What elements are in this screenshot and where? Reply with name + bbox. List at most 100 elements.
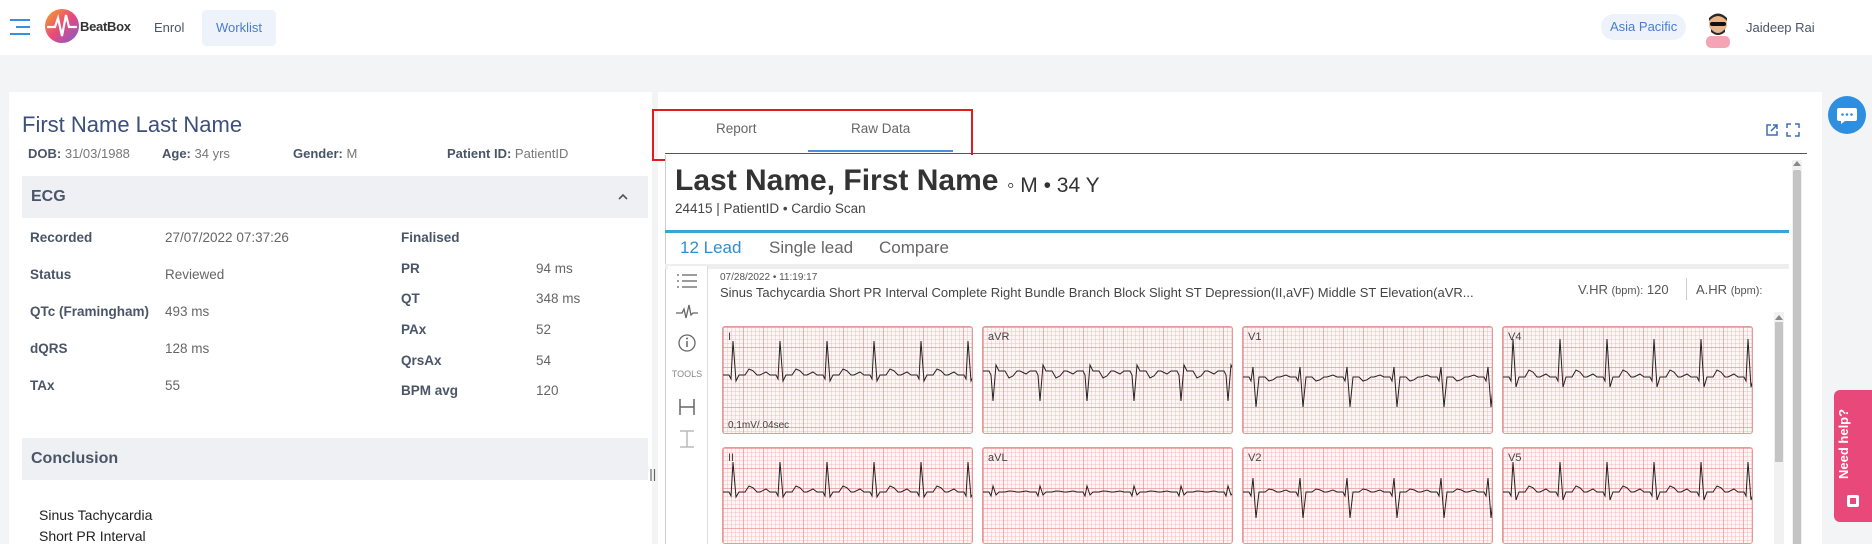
- qrsax-label: QrsAx: [401, 353, 442, 368]
- lead-trace-v2[interactable]: V2: [1242, 447, 1493, 544]
- lead-label-v2: V2: [1248, 452, 1262, 464]
- lead-trace-ii[interactable]: II: [722, 447, 973, 544]
- hr-separator: [1686, 278, 1687, 300]
- need-help-label[interactable]: Need help?: [1836, 400, 1870, 488]
- nav-enrol[interactable]: Enrol: [140, 10, 198, 46]
- external-link-icon[interactable]: [1765, 123, 1779, 137]
- qt-value: 348 ms: [536, 291, 581, 306]
- ecg-section-title: ECG: [31, 188, 66, 205]
- pax-label: PAx: [401, 322, 427, 337]
- chat-button[interactable]: [1828, 96, 1866, 134]
- tabs-divider: [665, 153, 1807, 154]
- vhr-unit: (bpm):: [1611, 285, 1644, 297]
- fullscreen-icon[interactable]: [1786, 123, 1800, 137]
- bpm-avg-label: BPM avg: [401, 383, 459, 398]
- lead-waveform-v1: [1243, 366, 1492, 408]
- viewer-header-divider: [665, 230, 1789, 233]
- lead-trace-v4[interactable]: V4: [1502, 326, 1753, 434]
- status-label: Status: [30, 267, 72, 282]
- ecg-trace-line: [1243, 366, 1492, 408]
- demographics: DOB: 31/03/1988: [28, 146, 130, 161]
- ecg-trace-line: [1243, 477, 1492, 519]
- recording-timestamp: 07/28/2022 • 11:19:17: [720, 272, 818, 283]
- age-field: Age: 34 yrs: [162, 146, 230, 161]
- avatar[interactable]: [1700, 8, 1736, 48]
- brand-name: BeatBox: [80, 19, 131, 34]
- help-chat-icon[interactable]: [1846, 494, 1860, 508]
- qt-label: QT: [401, 291, 420, 306]
- age-value: 34 yrs: [194, 146, 230, 161]
- lead-label-avl: aVL: [988, 452, 1008, 464]
- chat-bubble-icon: [1837, 108, 1857, 124]
- calibration-scale: 0,1mV/.04sec: [728, 420, 790, 431]
- finalised-label: Finalised: [401, 230, 460, 245]
- dqrs-label: dQRS: [30, 341, 68, 356]
- patient-id-label: Patient ID:: [447, 146, 512, 161]
- tax-label: TAx: [30, 378, 55, 393]
- ahr-unit: (bpm):: [1730, 285, 1763, 297]
- panel-resize-handle-icon[interactable]: [649, 468, 657, 482]
- viewer-tab-compare[interactable]: Compare: [879, 238, 949, 258]
- status-value: Reviewed: [165, 267, 225, 282]
- info-icon[interactable]: [674, 332, 700, 354]
- ahr-label: A.HR: [1696, 282, 1728, 297]
- menu-icon[interactable]: [8, 15, 32, 39]
- viewer-tab-12-lead[interactable]: 12 Lead: [680, 238, 741, 258]
- viewer-scrollbar-thumb[interactable]: [1793, 170, 1801, 544]
- gender-value: M: [346, 146, 358, 161]
- patient-id-field: Patient ID: PatientID: [447, 146, 568, 161]
- pr-value: 94 ms: [536, 261, 573, 276]
- lead-waveform-v4: [1503, 338, 1752, 388]
- tax-value: 55: [165, 378, 181, 393]
- viewer-tab-single-lead[interactable]: Single lead: [769, 238, 853, 258]
- lead-waveform-ii: [723, 461, 972, 499]
- lead-trace-avr[interactable]: aVR: [982, 326, 1233, 434]
- viewer-patient-name: Last Name, First Name: [675, 164, 999, 197]
- caliper-icon[interactable]: [674, 396, 700, 418]
- dqrs-value: 128 ms: [165, 341, 210, 356]
- lead-trace-avl[interactable]: aVL: [982, 447, 1233, 544]
- lead-trace-i[interactable]: I 0,1mV/.04sec: [722, 326, 973, 434]
- lead-waveform-avr: [983, 363, 1232, 402]
- lead-trace-v5[interactable]: V5: [1502, 447, 1753, 544]
- waveform-icon[interactable]: [674, 301, 700, 323]
- lead-grid-scrollbar[interactable]: [1774, 312, 1784, 544]
- beatbox-logo-icon[interactable]: [42, 6, 82, 46]
- lead-grid-scrollbar-thumb[interactable]: [1775, 322, 1783, 462]
- lead-trace-v1[interactable]: V1: [1242, 326, 1493, 434]
- ecg-section-header[interactable]: ECG: [22, 176, 648, 218]
- chevron-up-icon[interactable]: [616, 190, 630, 204]
- user-name[interactable]: Jaideep Rai: [1746, 20, 1815, 35]
- lead-waveform-v5: [1503, 461, 1752, 501]
- region-badge[interactable]: Asia Pacific: [1601, 14, 1687, 40]
- pr-label: PR: [401, 261, 420, 276]
- scroll-up-arrow-icon[interactable]: [1775, 315, 1783, 320]
- conclusion-item: Sinus Tachycardia: [39, 507, 153, 523]
- nav-worklist[interactable]: Worklist: [202, 10, 276, 46]
- lead-waveform-v2: [1243, 477, 1492, 519]
- lead-label-ii: II: [728, 452, 735, 464]
- patient-id-value: PatientID: [514, 146, 569, 161]
- age-label: Age:: [162, 146, 191, 161]
- bpm-avg-value: 120: [536, 383, 559, 398]
- qrsax-value: 54: [536, 353, 552, 368]
- viewer-scrollbar[interactable]: [1792, 160, 1802, 544]
- tools-label: TOOLS: [671, 369, 703, 379]
- ecg-trace-line: [1503, 461, 1752, 501]
- ventricular-heart-rate: V.HR (bpm): 120: [1578, 282, 1669, 297]
- conclusion-item: Short PR Interval: [39, 528, 146, 544]
- conclusion-section-title: Conclusion: [31, 450, 119, 467]
- vhr-value: 120: [1646, 282, 1669, 297]
- scroll-up-arrow-icon[interactable]: [1793, 161, 1801, 166]
- lead-label-v5: V5: [1508, 452, 1522, 464]
- vhr-label: V.HR: [1578, 282, 1608, 297]
- qtc-label: QTc (Framingham): [30, 304, 150, 319]
- list-icon[interactable]: [674, 270, 700, 292]
- conclusion-section-header[interactable]: Conclusion: [22, 438, 648, 480]
- lead-label-i: I: [728, 331, 732, 343]
- gender-field: Gender: M: [293, 146, 357, 161]
- lead-waveform-i: [723, 340, 972, 383]
- vertical-caliper-icon[interactable]: [674, 428, 700, 450]
- viewer-patient-sub: 24415 | PatientID • Cardio Scan: [675, 201, 866, 216]
- recorded-value: 27/07/2022 07:37:26: [165, 230, 289, 245]
